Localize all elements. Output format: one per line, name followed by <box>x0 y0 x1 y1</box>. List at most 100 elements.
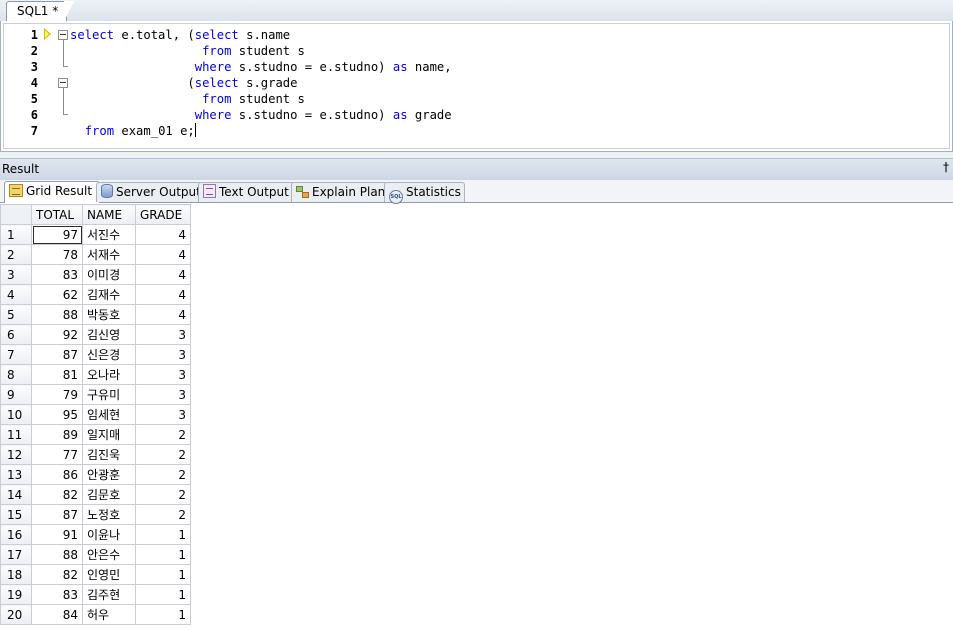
row-number[interactable]: 8 <box>0 364 32 385</box>
table-row[interactable]: 17 88 안은수 1 <box>0 544 191 565</box>
row-number[interactable]: 1 <box>0 224 32 245</box>
cell-grade[interactable]: 3 <box>135 344 191 365</box>
cell-grade[interactable]: 4 <box>135 284 191 305</box>
cell-total[interactable]: 88 <box>31 304 83 325</box>
column-header-grade[interactable]: GRADE <box>135 204 191 225</box>
grid-corner-cell[interactable] <box>0 204 32 225</box>
table-row[interactable]: 19 83 김주현 1 <box>0 584 191 605</box>
row-number[interactable]: 2 <box>0 244 32 265</box>
cell-grade[interactable]: 2 <box>135 464 191 485</box>
cell-name[interactable]: 오나라 <box>82 364 136 385</box>
cell-grade[interactable]: 1 <box>135 544 191 565</box>
table-row[interactable]: 5 88 박동호 4 <box>0 304 191 325</box>
cell-name[interactable]: 김주현 <box>82 584 136 605</box>
cell-grade[interactable]: 4 <box>135 224 191 245</box>
cell-total[interactable]: 95 <box>31 404 83 425</box>
cell-grade[interactable]: 1 <box>135 564 191 585</box>
cell-grade[interactable]: 2 <box>135 444 191 465</box>
cell-total[interactable]: 84 <box>31 604 83 625</box>
table-row[interactable]: 16 91 이윤나 1 <box>0 524 191 545</box>
cell-total[interactable]: 82 <box>31 484 83 505</box>
row-number[interactable]: 20 <box>0 604 32 625</box>
table-row[interactable]: 18 82 인영민 1 <box>0 564 191 585</box>
cell-name[interactable]: 구유미 <box>82 384 136 405</box>
pin-icon[interactable]: † <box>943 160 949 174</box>
table-row[interactable]: 11 89 일지매 2 <box>0 424 191 445</box>
table-row[interactable]: 8 81 오나라 3 <box>0 364 191 385</box>
cell-grade[interactable]: 1 <box>135 604 191 625</box>
table-row[interactable]: 2 78 서재수 4 <box>0 244 191 265</box>
cell-total[interactable]: 92 <box>31 324 83 345</box>
row-number[interactable]: 18 <box>0 564 32 585</box>
cell-total[interactable]: 81 <box>31 364 83 385</box>
table-row[interactable]: 20 84 허우 1 <box>0 604 191 625</box>
cell-grade[interactable]: 4 <box>135 304 191 325</box>
row-number[interactable]: 9 <box>0 384 32 405</box>
result-grid[interactable]: TOTAL NAME GRADE 1 97 서진수 4 2 78 서재수 4 3 83 이미경 4 4 6… <box>0 204 191 625</box>
row-number[interactable]: 10 <box>0 404 32 425</box>
cell-name[interactable]: 김신영 <box>82 324 136 345</box>
table-row[interactable]: 9 79 구유미 3 <box>0 384 191 405</box>
cell-name[interactable]: 안은수 <box>82 544 136 565</box>
cell-grade[interactable]: 1 <box>135 524 191 545</box>
cell-total[interactable]: 82 <box>31 564 83 585</box>
cell-name[interactable]: 신은경 <box>82 344 136 365</box>
tab-grid-result[interactable]: Grid Result <box>4 181 100 203</box>
tab-statistics[interactable]: SQL Statistics <box>384 182 465 204</box>
cell-total[interactable]: 87 <box>31 504 83 525</box>
cell-grade[interactable]: 3 <box>135 324 191 345</box>
cell-name[interactable]: 안광훈 <box>82 464 136 485</box>
cell-total[interactable]: 78 <box>31 244 83 265</box>
table-row[interactable]: 10 95 임세현 3 <box>0 404 191 425</box>
table-row[interactable]: 12 77 김진욱 2 <box>0 444 191 465</box>
cell-total[interactable]: 79 <box>31 384 83 405</box>
row-number[interactable]: 7 <box>0 344 32 365</box>
row-number[interactable]: 12 <box>0 444 32 465</box>
table-row[interactable]: 6 92 김신영 3 <box>0 324 191 345</box>
row-number[interactable]: 17 <box>0 544 32 565</box>
cell-grade[interactable]: 1 <box>135 584 191 605</box>
row-number[interactable]: 19 <box>0 584 32 605</box>
tab-sql1[interactable]: SQL1 * <box>6 1 75 22</box>
table-row[interactable]: 14 82 김문호 2 <box>0 484 191 505</box>
cell-grade[interactable]: 3 <box>135 404 191 425</box>
sql-editor-area[interactable]: 1 2 3 4 5 6 7 select e.total, (select s.… <box>3 23 950 149</box>
cell-name[interactable]: 임세현 <box>82 404 136 425</box>
cell-total[interactable]: 97 <box>31 224 83 245</box>
cell-name[interactable]: 서재수 <box>82 244 136 265</box>
cell-grade[interactable]: 3 <box>135 384 191 405</box>
row-number[interactable]: 14 <box>0 484 32 505</box>
cell-name[interactable]: 노정호 <box>82 504 136 525</box>
cell-total[interactable]: 91 <box>31 524 83 545</box>
cell-name[interactable]: 이미경 <box>82 264 136 285</box>
row-number[interactable]: 13 <box>0 464 32 485</box>
column-header-total[interactable]: TOTAL <box>31 204 83 225</box>
table-row[interactable]: 15 87 노정호 2 <box>0 504 191 525</box>
cell-grade[interactable]: 4 <box>135 264 191 285</box>
cell-name[interactable]: 인영민 <box>82 564 136 585</box>
cell-total[interactable]: 86 <box>31 464 83 485</box>
cell-grade[interactable]: 2 <box>135 504 191 525</box>
row-number[interactable]: 15 <box>0 504 32 525</box>
cell-grade[interactable]: 4 <box>135 244 191 265</box>
cell-name[interactable]: 허우 <box>82 604 136 625</box>
cell-grade[interactable]: 3 <box>135 364 191 385</box>
cell-total[interactable]: 83 <box>31 264 83 285</box>
table-row[interactable]: 1 97 서진수 4 <box>0 224 191 245</box>
cell-name[interactable]: 김문호 <box>82 484 136 505</box>
cell-total[interactable]: 77 <box>31 444 83 465</box>
cell-total[interactable]: 62 <box>31 284 83 305</box>
tab-text-output[interactable]: Text Output <box>198 182 295 202</box>
table-row[interactable]: 13 86 안광훈 2 <box>0 464 191 485</box>
cell-total[interactable]: 87 <box>31 344 83 365</box>
table-row[interactable]: 3 83 이미경 4 <box>0 264 191 285</box>
cell-total[interactable]: 83 <box>31 584 83 605</box>
table-row[interactable]: 7 87 신은경 3 <box>0 344 191 365</box>
table-row[interactable]: 4 62 김재수 4 <box>0 284 191 305</box>
row-number[interactable]: 3 <box>0 264 32 285</box>
row-number[interactable]: 11 <box>0 424 32 445</box>
cell-total[interactable]: 89 <box>31 424 83 445</box>
cell-name[interactable]: 이윤나 <box>82 524 136 545</box>
tab-server-output[interactable]: Server Output <box>96 182 202 202</box>
cell-grade[interactable]: 2 <box>135 424 191 445</box>
